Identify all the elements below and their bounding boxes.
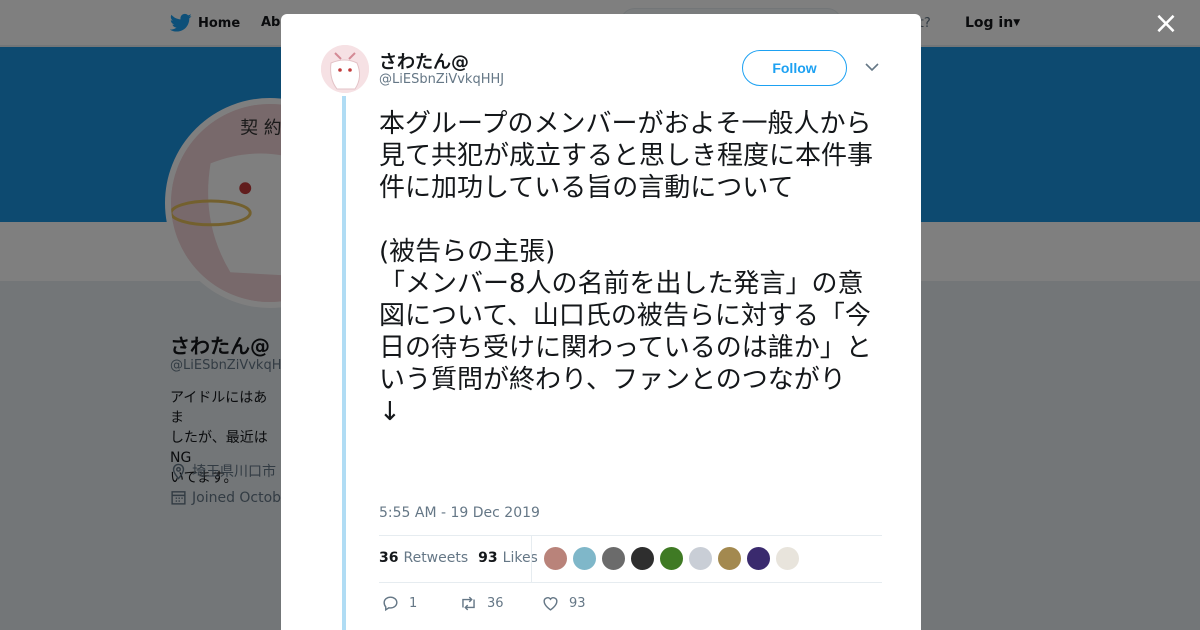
liker-avatar-6[interactable] (688, 546, 713, 571)
liker-avatars (543, 546, 804, 571)
liker-avatar-7[interactable] (717, 546, 742, 571)
retweets-label: Retweets (403, 550, 469, 566)
likes-label: Likes (502, 550, 538, 566)
divider (379, 535, 882, 536)
liker-avatar-8[interactable] (746, 546, 771, 571)
tweet-stats: 36 Retweets 93 Likes (379, 550, 538, 566)
author-handle[interactable]: @LiESbnZiVvkqHHJ (379, 72, 504, 87)
retweets-count: 36 (379, 550, 399, 566)
reply-count: 1 (409, 596, 418, 611)
retweet-count: 36 (487, 596, 504, 611)
tweet-text: 本グループのメンバーがおよそ一般人から見て共犯が成立すると思しき程度に本件事件に… (379, 109, 874, 427)
author-avatar[interactable] (321, 45, 369, 93)
tweet-timestamp[interactable]: 5:55 AM - 19 Dec 2019 (379, 505, 540, 521)
liker-avatar-9[interactable] (775, 546, 800, 571)
reply-button[interactable]: 1 (381, 594, 459, 613)
tweet-actions: 1 36 93 (381, 594, 586, 613)
follow-button[interactable]: Follow (742, 50, 847, 86)
retweets-stat[interactable]: 36 Retweets (379, 550, 468, 566)
heart-icon (543, 597, 558, 611)
author-name[interactable]: さわたん@ (379, 48, 469, 74)
kyubey-avatar-image (321, 45, 369, 93)
liker-avatar-4[interactable] (630, 546, 655, 571)
retweet-icon (462, 596, 475, 611)
close-icon[interactable]: × (1150, 8, 1182, 40)
reply-icon (383, 596, 398, 612)
chevron-down-icon[interactable] (865, 62, 879, 72)
tweet-modal: さわたん@ @LiESbnZiVvkqHHJ Follow 本グループのメンバー… (281, 14, 921, 630)
liker-avatar-1[interactable] (543, 546, 568, 571)
liker-avatar-2[interactable] (572, 546, 597, 571)
like-button[interactable]: 93 (541, 594, 586, 613)
stats-separator (531, 536, 532, 582)
liker-avatar-5[interactable] (659, 546, 684, 571)
likes-count: 93 (478, 550, 498, 566)
liker-avatar-3[interactable] (601, 546, 626, 571)
like-count: 93 (569, 596, 586, 611)
likes-stat[interactable]: 93 Likes (478, 550, 538, 566)
divider (379, 582, 882, 583)
thread-line (342, 96, 346, 630)
retweet-button[interactable]: 36 (459, 594, 541, 613)
